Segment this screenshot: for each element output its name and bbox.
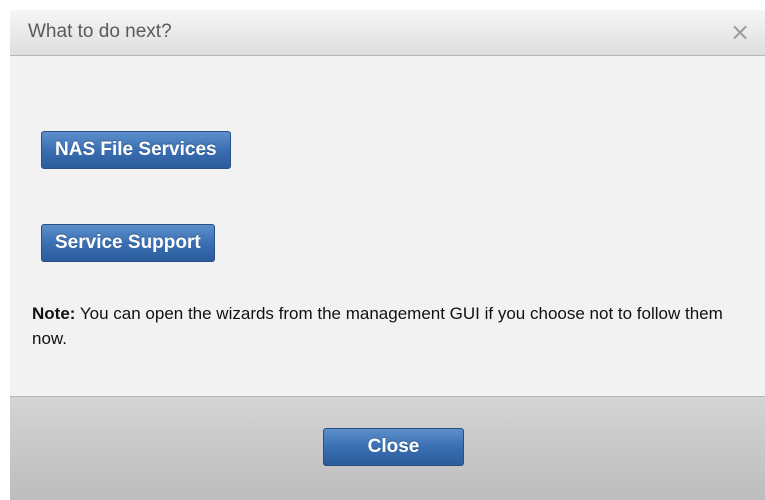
dialog-title: What to do next? [28,21,172,42]
close-icon[interactable]: × [729,19,751,45]
what-to-do-next-dialog: What to do next? × NAS File Services Ser… [10,10,765,500]
nas-file-services-button[interactable]: NAS File Services [41,131,231,169]
service-support-button[interactable]: Service Support [41,224,215,262]
note-label: Note: [32,304,76,323]
note-text: Note: You can open the wizards from the … [32,301,732,351]
note-body: You can open the wizards from the manage… [32,304,723,348]
close-button[interactable]: Close [323,428,464,466]
dialog-content: NAS File Services Service Support Note: … [10,56,765,396]
dialog-footer: Close [10,396,765,500]
dialog-titlebar: What to do next? × [10,10,765,56]
